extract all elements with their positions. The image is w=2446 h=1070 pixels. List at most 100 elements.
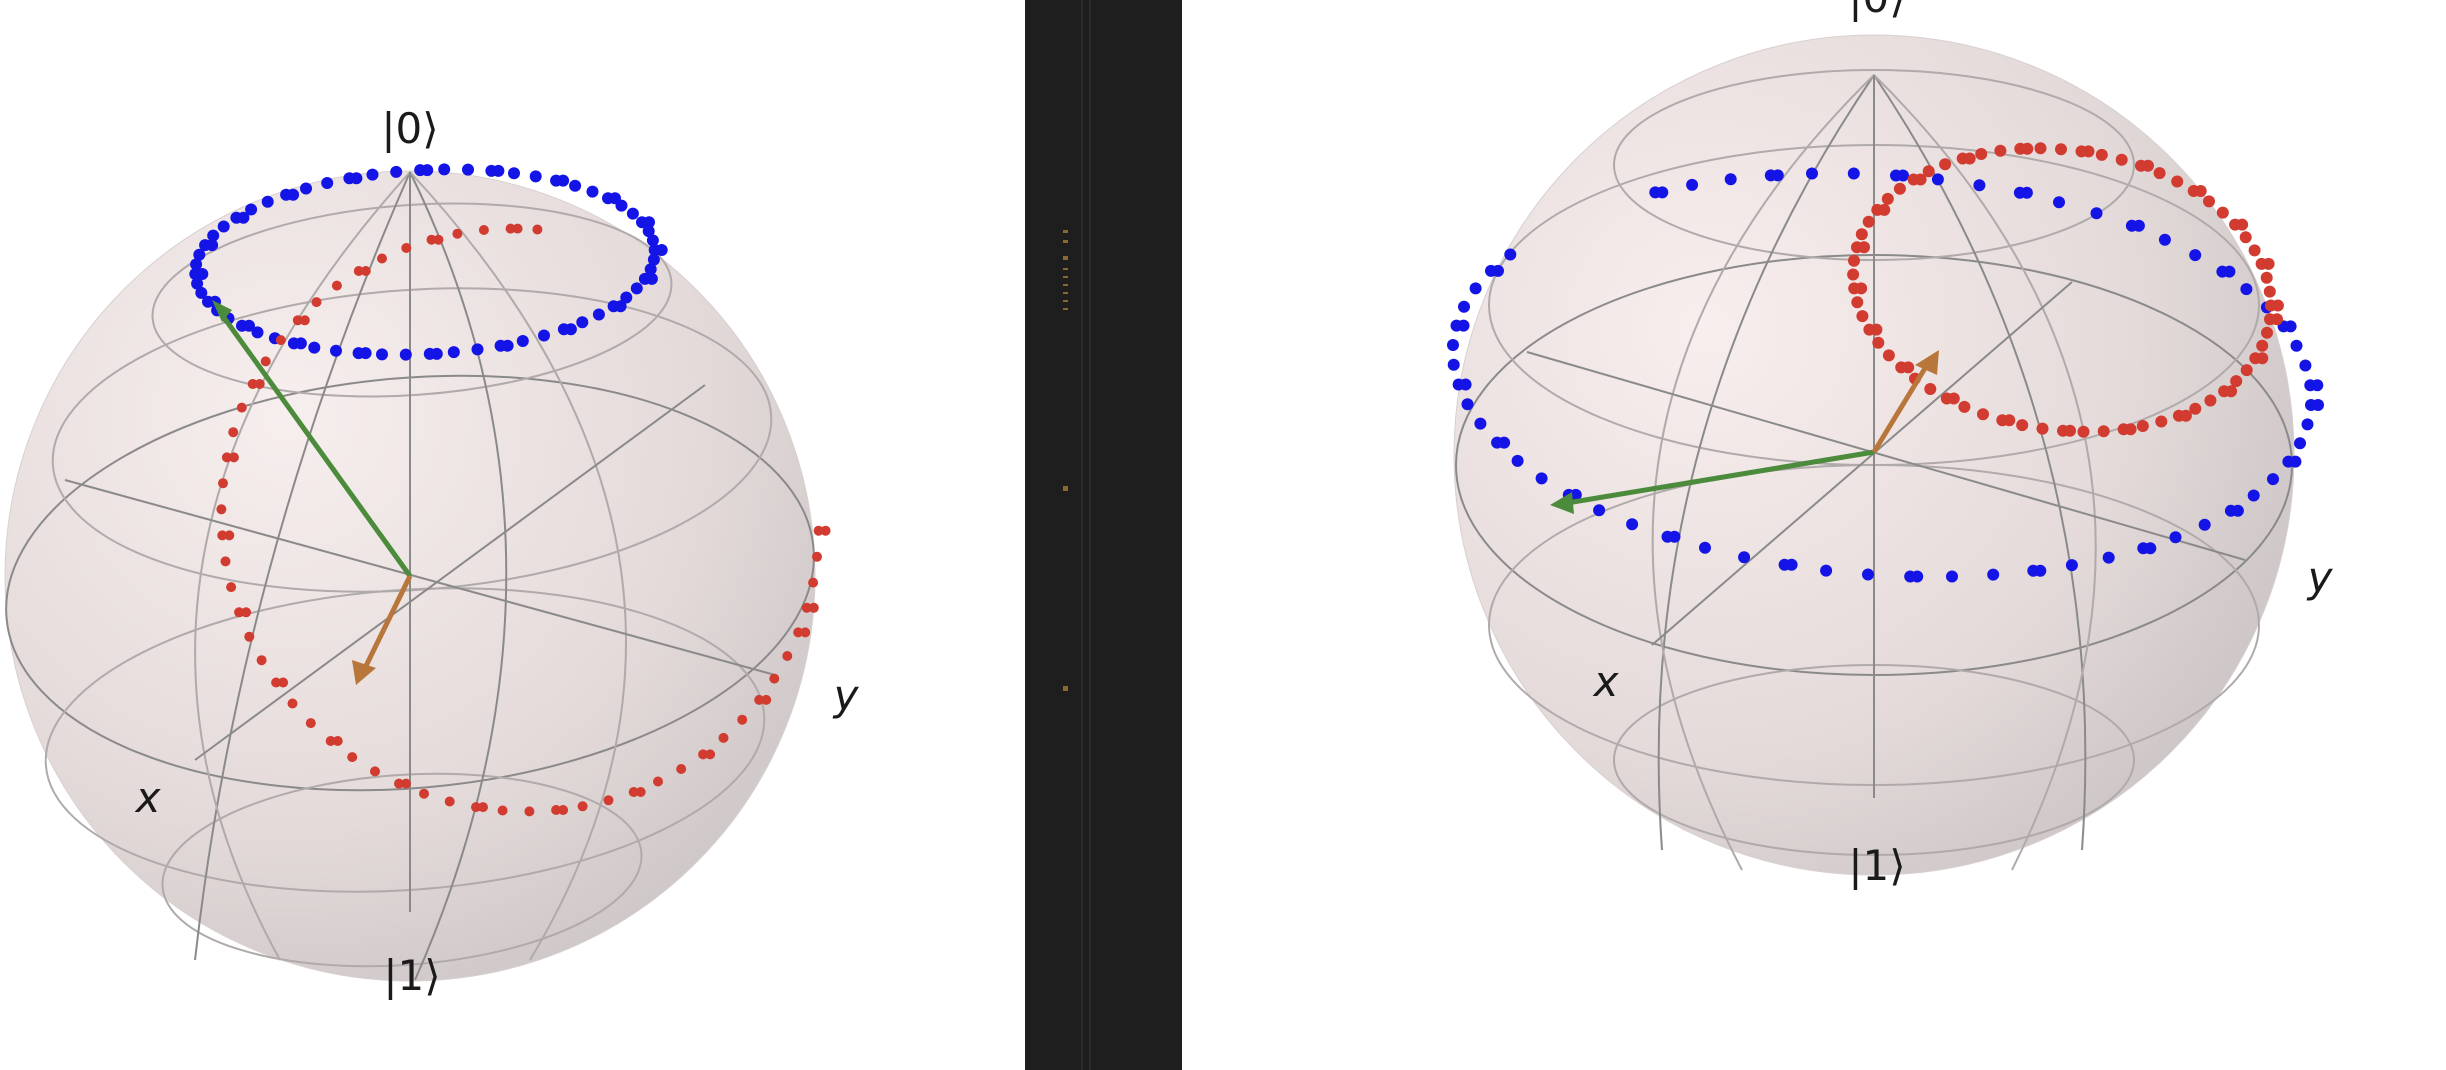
south-pole-label: |1⟩ xyxy=(1848,841,1905,890)
trajectory-point xyxy=(287,698,298,709)
trajectory-point xyxy=(2064,424,2076,437)
trajectory-point xyxy=(508,167,520,180)
trajectory-point xyxy=(1856,310,1869,323)
trajectory-point xyxy=(603,795,614,806)
trajectory-point xyxy=(2240,283,2253,296)
trajectory-point xyxy=(478,802,488,813)
trajectory-point xyxy=(2055,143,2067,156)
trajectory-point xyxy=(287,188,300,201)
trajectory-point xyxy=(2136,420,2149,432)
trajectory-point xyxy=(421,164,434,177)
divider-tick xyxy=(1063,308,1068,310)
trajectory-point xyxy=(471,343,484,356)
trajectory-point xyxy=(1504,248,1517,261)
trajectory-point xyxy=(2203,195,2215,208)
trajectory-point xyxy=(614,300,627,313)
trajectory-point xyxy=(2247,489,2260,502)
trajectory-point xyxy=(2256,339,2269,352)
trajectory-point xyxy=(808,577,819,588)
trajectory-point xyxy=(1878,203,1891,216)
trajectory-point xyxy=(1656,186,1669,199)
divider-tick xyxy=(1063,686,1068,691)
trajectory-point xyxy=(577,801,588,812)
trajectory-point xyxy=(532,224,543,235)
trajectory-point xyxy=(1458,300,1470,313)
trajectory-point xyxy=(332,736,343,746)
trajectory-point xyxy=(1902,361,1915,374)
trajectory-point xyxy=(261,195,274,208)
trajectory-point xyxy=(705,749,716,760)
trajectory-point xyxy=(564,323,577,336)
trajectory-point xyxy=(376,348,388,361)
trajectory-point xyxy=(1820,564,1833,577)
trajectory-point xyxy=(2020,186,2033,199)
trajectory-point xyxy=(1911,570,1924,583)
divider-tick xyxy=(1063,256,1068,260)
trajectory-point xyxy=(646,234,659,247)
trajectory-point xyxy=(241,607,252,618)
trajectory-point xyxy=(2097,425,2110,438)
trajectory-point xyxy=(2036,422,2049,435)
trajectory-point xyxy=(2225,385,2238,398)
trajectory-point xyxy=(1994,144,2007,157)
trajectory-point xyxy=(2090,207,2103,220)
trajectory-point xyxy=(1870,323,1883,336)
trajectory-point xyxy=(782,651,793,661)
trajectory-point xyxy=(2194,185,2207,197)
trajectory-point xyxy=(1806,167,1818,180)
trajectory-point xyxy=(1447,358,1460,371)
trajectory-point xyxy=(2284,320,2297,333)
trajectory-point xyxy=(1593,504,1606,517)
trajectory-point xyxy=(452,228,463,239)
trajectory-point xyxy=(245,203,258,216)
trajectory-point xyxy=(228,427,239,438)
trajectory-point xyxy=(299,315,310,326)
trajectory-point xyxy=(438,163,451,176)
trajectory-point xyxy=(331,280,342,291)
trajectory-point xyxy=(1862,215,1875,228)
right-bloch-sphere: |0⟩ |1⟩ x y xyxy=(1447,0,2334,890)
trajectory-point xyxy=(1924,383,1937,395)
trajectory-point xyxy=(1931,173,1944,186)
trajectory-point xyxy=(2311,379,2324,392)
trajectory-point xyxy=(2077,425,2090,438)
divider-rule xyxy=(1081,0,1083,1070)
trajectory-point xyxy=(812,551,822,562)
trajectory-point xyxy=(576,316,589,329)
trajectory-point xyxy=(501,339,514,352)
trajectory-point xyxy=(2236,218,2249,231)
trajectory-point xyxy=(1897,169,1909,182)
divider-tick xyxy=(1063,240,1068,243)
trajectory-point xyxy=(278,677,289,688)
trajectory-point xyxy=(2065,559,2078,572)
trajectory-point xyxy=(2142,159,2154,172)
trajectory-point xyxy=(1963,152,1976,165)
trajectory-point xyxy=(370,766,380,777)
trajectory-point xyxy=(2053,196,2065,209)
trajectory-point xyxy=(1851,296,1864,309)
trajectory-point xyxy=(569,179,582,192)
trajectory-point xyxy=(1858,241,1870,254)
trajectory-point xyxy=(1498,436,1511,449)
trajectory-point xyxy=(2016,419,2029,432)
trajectory-point xyxy=(2082,145,2095,158)
trajectory-point xyxy=(1738,551,1751,564)
divider-tick xyxy=(1063,276,1068,278)
trajectory-point xyxy=(524,806,535,817)
trajectory-point xyxy=(419,788,429,799)
trajectory-point xyxy=(1855,282,1868,295)
trajectory-point xyxy=(2198,518,2211,531)
trajectory-point xyxy=(444,796,455,807)
trajectory-point xyxy=(2034,142,2047,155)
trajectory-point xyxy=(615,199,628,212)
trajectory-point xyxy=(447,346,460,359)
trajectory-point xyxy=(1946,570,1958,583)
trajectory-point xyxy=(217,220,230,233)
trajectory-point xyxy=(1535,472,1548,485)
north-pole-label: |0⟩ xyxy=(1848,0,1905,22)
trajectory-point xyxy=(630,282,643,295)
trajectory-point xyxy=(1939,158,1952,171)
trajectory-point xyxy=(2171,175,2184,188)
trajectory-point xyxy=(1785,558,1798,571)
trajectory-point xyxy=(2169,531,2182,544)
